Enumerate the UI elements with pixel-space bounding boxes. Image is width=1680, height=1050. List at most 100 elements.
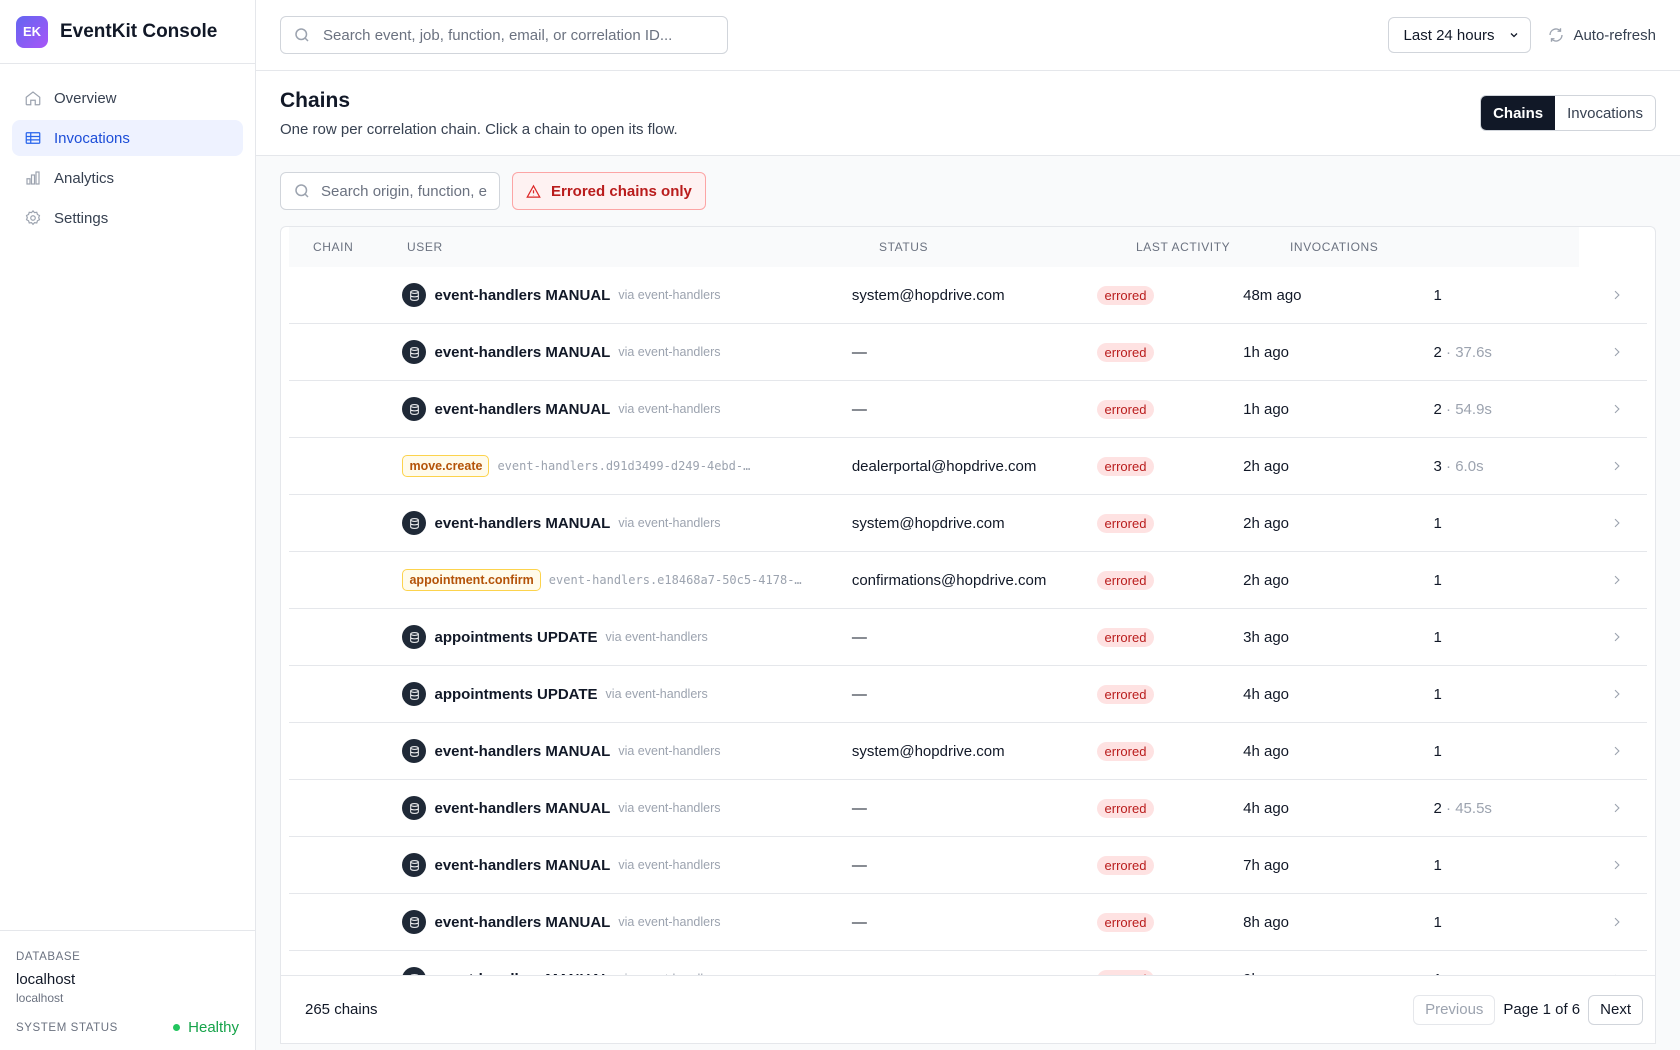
last-activity-cell: 1h ago [1243,344,1433,361]
user-cell: — [852,857,1097,874]
col-status[interactable]: STATUS [879,240,1136,254]
database-icon [402,340,427,364]
chain-origin: event-handlers MANUAL [434,343,611,361]
database-icon [402,739,427,763]
brand: EK EventKit Console [0,0,255,64]
view-toggle: Chains Invocations [1480,95,1656,131]
table-row[interactable]: event-handlers MANUAL via event-handlers s… [289,267,1647,324]
invocations-cell: 2 · 45.5s [1434,800,1610,817]
origin-cell: event-handlers MANUAL via event-handlers [402,910,851,934]
database-name: localhost [16,971,76,988]
status-cell: errored [1096,912,1244,932]
page-title: Chains [280,88,351,112]
table-row[interactable]: event-handlers MANUALvia event-handlers—… [289,894,1647,951]
status-badge: errored [1096,285,1155,305]
next-button[interactable]: Next [1588,994,1643,1025]
status-badge: errored [1096,627,1155,647]
status-badge: errored [1096,342,1155,362]
last-activity: 1h ago [1243,343,1290,361]
last-activity: 1h ago [1243,400,1290,418]
last-activity-cell: 7h ago [1243,857,1433,874]
origin-cell: appointments UPDATE via event-handlers [402,625,851,649]
invocation-count: 1 [1433,685,1442,703]
chain-origin: event-handlers MANUAL [434,913,611,931]
origin-cell: move.create event-handlers.d91d3499-d249-… [402,455,851,477]
user-cell: — [852,629,1097,646]
status-badge: errored [1096,798,1155,818]
pagination: Previous Page 1 of 6 Next [1413,994,1643,1025]
table-row[interactable]: appointment.confirm event-handlers.e18468… [289,552,1647,609]
table-row[interactable]: event-handlers MANUALvia event-handlers—… [289,951,1647,975]
chain-duration: · 37.6s [1441,343,1492,361]
invocations-cell: 1 [1434,743,1610,760]
col-last-activity[interactable]: LAST ACTIVITY [1136,240,1290,254]
sidebar-footer: DATABASE localhost localhost SYSTEM STAT… [0,930,255,1050]
sidebar-item-invocations[interactable]: Invocations [12,120,243,156]
chain-search-input[interactable] [321,182,487,200]
col-user[interactable]: USER [407,240,879,254]
chain-origin: event-handlers MANUAL [434,400,611,418]
chain-origin: event-handlers MANUAL [434,856,611,874]
invocation-count: 1 [1433,514,1442,532]
status-badge: errored [1096,570,1155,590]
last-activity-cell: 1h ago [1243,401,1433,418]
database-icon [402,910,427,934]
user-cell: system@hopdrive.com [852,515,1097,532]
database-host: localhost [16,991,64,1005]
errored-only-label: Errored chains only [551,182,692,200]
table-row[interactable]: appointments UPDATE via event-handlers — er… [289,666,1647,723]
global-search[interactable] [280,16,728,54]
chain-search[interactable] [280,172,500,210]
time-range-select[interactable]: Last 24 hours [1387,17,1532,53]
chain-origin: appointments UPDATE [434,685,598,703]
event-tag: appointment.confirm [402,569,541,591]
errored-only-toggle[interactable]: Errored chains only [512,172,706,210]
last-activity: 2h ago [1243,457,1290,475]
table-row[interactable]: event-handlers MANUALvia event-handlers—… [289,780,1647,837]
chain-user: — [851,685,867,703]
chevron-right-icon [1614,347,1620,357]
tab-chains[interactable]: Chains [1481,96,1556,130]
tab-invocations[interactable]: Invocations [1555,96,1655,130]
system-status-label: SYSTEM STATUS [16,1021,118,1034]
col-chain[interactable]: CHAIN [289,240,407,254]
table-row[interactable]: event-handlers MANUALvia event-handlers—… [289,837,1647,894]
origin-cell: event-handlers MANUAL via event-handlers [402,739,851,763]
page-heading: Chains One row per correlation chain. Cl… [280,89,678,138]
invocation-count: 2 · 45.5s [1433,799,1492,817]
page-info: Page 1 of 6 [1503,1001,1581,1018]
table-footer: 265 chains Previous Page 1 of 6 Next [280,975,1656,1044]
chain-via: via event-handlers [605,630,708,644]
status-dot-icon [173,1024,181,1031]
system-status: SYSTEM STATUS Healthy [16,1019,239,1036]
last-activity-cell: 4h ago [1243,743,1433,760]
table-row[interactable]: move.create event-handlers.d91d3499-d249-… [289,438,1647,495]
previous-button[interactable]: Previous [1413,994,1496,1025]
chain-user: — [851,343,867,361]
col-invocations[interactable]: INVOCATIONS [1290,240,1490,254]
table-row[interactable]: appointments UPDATE via event-handlers — er… [289,609,1647,666]
page-header: Chains One row per correlation chain. Cl… [256,71,1680,156]
invocation-count: 1 [1433,571,1442,589]
auto-refresh-button[interactable]: Auto-refresh [1547,26,1656,44]
table-row[interactable]: event-handlers MANUALvia event-handlers—… [289,324,1647,381]
table-row[interactable]: event-handlers MANUAL via event-handlers s… [289,495,1647,552]
table-row[interactable]: event-handlers MANUAL via event-handlers s… [289,723,1647,780]
table-header: CHAIN USER STATUS LAST ACTIVITY INVOCATI… [289,227,1579,267]
sidebar-item-analytics[interactable]: Analytics [12,160,243,196]
chain-via: via event-handlers [618,915,721,929]
invocation-count: 1 [1433,628,1442,646]
status-badge: errored [1096,456,1155,476]
origin-cell: event-handlers MANUAL via event-handlers [402,796,851,820]
status-badge: errored [1096,513,1155,533]
global-search-input[interactable] [323,26,715,44]
last-activity: 4h ago [1243,799,1290,817]
sidebar-item-settings[interactable]: Settings [12,200,243,236]
table-row[interactable]: event-handlers MANUALvia event-handlers—… [289,381,1647,438]
sidebar-item-overview[interactable]: Overview [12,80,243,116]
chevron-right-icon [1614,917,1620,927]
origin-cell: event-handlers MANUAL via event-handlers [402,397,851,421]
user-cell: — [852,401,1097,418]
origin-cell: event-handlers MANUAL via event-handlers [402,853,851,877]
search-icon [295,28,309,42]
